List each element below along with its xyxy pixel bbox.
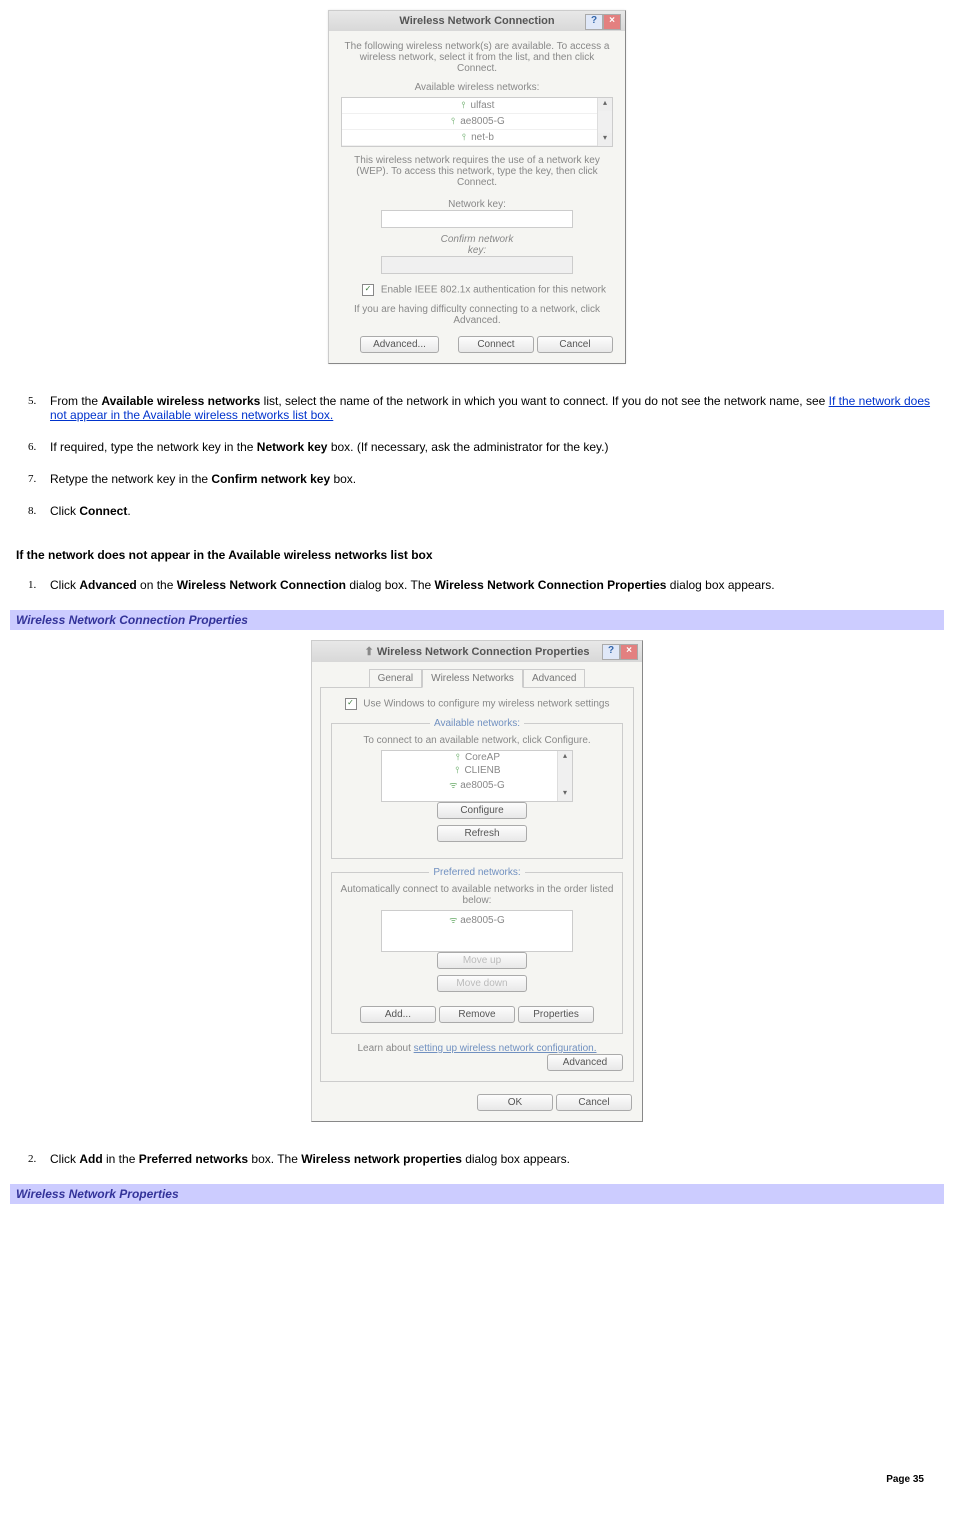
advanced-button[interactable]: Advanced: [547, 1054, 623, 1071]
dialog-titlebar: ⬆ Wireless Network Connection Properties…: [312, 641, 642, 662]
remove-button[interactable]: Remove: [439, 1006, 515, 1023]
available-networks-list[interactable]: ⫯CoreAP ⫯CLIENB ᯤae8005-G ▴▾: [381, 750, 573, 802]
available-networks-list[interactable]: ⫯ulfast ⫯ae8005-G ⫯net-b ▴▾: [341, 97, 613, 147]
caption-band-2: Wireless Network Properties: [10, 1184, 944, 1204]
signal-icon: ⫯: [460, 100, 468, 111]
available-legend: Available networks:: [430, 718, 524, 729]
substep-2: 2. Click Add in the Preferred networks b…: [50, 1152, 944, 1166]
list-item: ᯤae8005-G: [382, 911, 572, 928]
tab-wireless-networks[interactable]: Wireless Networks: [422, 669, 523, 688]
available-networks-group: Available networks: To connect to an ava…: [331, 718, 623, 859]
signal-icon: ⫯: [449, 116, 457, 127]
caption-band-1: Wireless Network Connection Properties: [10, 610, 944, 630]
signal-icon: ᯤ: [449, 913, 457, 926]
network-key-label: Network key:: [432, 199, 522, 210]
signal-icon: ⫯: [454, 752, 462, 763]
scrollbar[interactable]: ▴▾: [557, 751, 572, 801]
tab-advanced[interactable]: Advanced: [523, 669, 585, 687]
list-item: ⫯net-b: [342, 130, 612, 146]
move-up-button[interactable]: Move up: [437, 952, 527, 969]
ok-button[interactable]: OK: [477, 1094, 553, 1111]
confirm-key-label: Confirm network key:: [432, 234, 522, 256]
list-item: ⫯CoreAP: [382, 751, 572, 764]
list-item: ⫯ulfast: [342, 98, 612, 114]
tab-strip: GeneralWireless NetworksAdvanced: [320, 668, 634, 688]
step-8: 8. Click Connect.: [50, 504, 944, 518]
network-key-input[interactable]: [381, 210, 573, 228]
properties-button[interactable]: Properties: [518, 1006, 594, 1023]
substep-1: 1. Click Advanced on the Wireless Networ…: [50, 578, 944, 592]
ieee-checkbox[interactable]: ✓: [362, 284, 374, 296]
scroll-up-icon[interactable]: ▴: [558, 751, 572, 764]
connect-button[interactable]: Connect: [458, 336, 534, 353]
dialog-titlebar: Wireless Network Connection ? ×: [329, 11, 625, 31]
step-5: 5. From the Available wireless networks …: [50, 394, 944, 422]
add-button[interactable]: Add...: [360, 1006, 436, 1023]
refresh-button[interactable]: Refresh: [437, 825, 527, 842]
dialog-desc: The following wireless network(s) are av…: [341, 41, 613, 74]
available-list-label: Available wireless networks:: [341, 82, 613, 93]
close-icon[interactable]: ×: [620, 644, 638, 660]
scroll-down-icon[interactable]: ▾: [558, 788, 572, 801]
dialog-title: Wireless Network Connection: [399, 15, 554, 27]
section-heading: If the network does not appear in the Av…: [16, 548, 944, 562]
help-icon[interactable]: ?: [602, 644, 620, 660]
configure-button[interactable]: Configure: [437, 802, 527, 819]
cancel-button[interactable]: Cancel: [537, 336, 613, 353]
preferred-networks-group: Preferred networks: Automatically connec…: [331, 867, 623, 1034]
preferred-help-text: Automatically connect to available netwo…: [340, 884, 614, 906]
scroll-up-icon[interactable]: ▴: [598, 98, 612, 111]
signal-icon: ᯤ: [449, 778, 457, 791]
list-item: ⫯ae8005-G: [342, 114, 612, 130]
scrollbar[interactable]: ▴▾: [597, 98, 612, 146]
wireless-connection-dialog: Wireless Network Connection ? × The foll…: [328, 10, 626, 364]
preferred-legend: Preferred networks:: [429, 867, 524, 878]
wireless-properties-dialog: ⬆ Wireless Network Connection Properties…: [311, 640, 643, 1122]
ieee-checkbox-label: Enable IEEE 802.1x authentication for th…: [381, 285, 606, 296]
advanced-button[interactable]: Advanced...: [360, 336, 439, 353]
preferred-networks-list[interactable]: ᯤae8005-G: [381, 910, 573, 952]
adv-help-text: If you are having difficulty connecting …: [341, 304, 613, 326]
signal-icon: ⫯: [453, 765, 461, 776]
list-item: ⫯CLIENB: [382, 764, 572, 777]
available-help-text: To connect to an available network, clic…: [340, 735, 614, 746]
page-number: Page 35: [886, 1474, 924, 1485]
step-6: 6. If required, type the network key in …: [50, 440, 944, 454]
move-down-button[interactable]: Move down: [437, 975, 527, 992]
wep-text: This wireless network requires the use o…: [341, 155, 613, 188]
step-7: 7. Retype the network key in the Confirm…: [50, 472, 944, 486]
use-windows-label: Use Windows to configure my wireless net…: [363, 699, 609, 710]
close-icon[interactable]: ×: [603, 14, 621, 30]
confirm-key-input[interactable]: [381, 256, 573, 274]
tab-general[interactable]: General: [369, 669, 423, 687]
dialog-title: Wireless Network Connection Properties: [377, 646, 590, 658]
list-item: ᯤae8005-G: [382, 777, 572, 792]
signal-icon: ⫯: [460, 132, 468, 143]
scroll-down-icon[interactable]: ▾: [598, 133, 612, 146]
cancel-button[interactable]: Cancel: [556, 1094, 632, 1111]
learn-link[interactable]: setting up wireless network configuratio…: [414, 1043, 597, 1054]
use-windows-checkbox[interactable]: ✓: [345, 698, 357, 710]
help-icon[interactable]: ?: [585, 14, 603, 30]
